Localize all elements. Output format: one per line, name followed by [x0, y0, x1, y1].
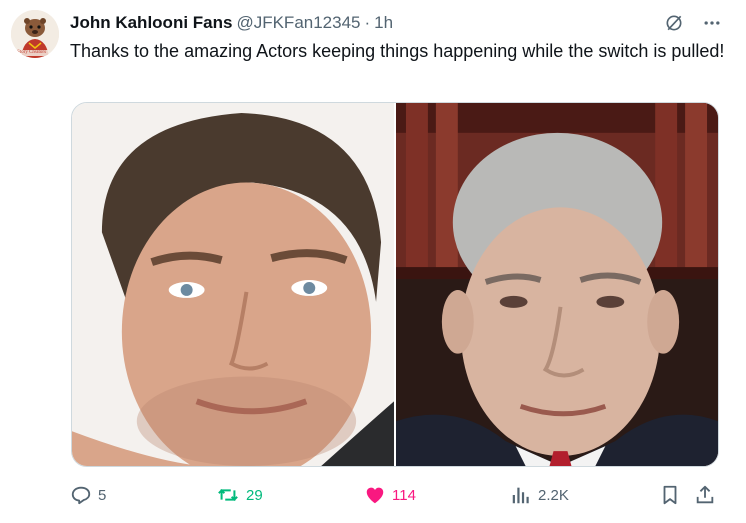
header-separator: · [364, 13, 371, 32]
share-button[interactable] [694, 481, 716, 509]
media-image-left[interactable] [72, 103, 394, 466]
author-handle[interactable]: @JFKFan12345 [236, 13, 360, 33]
retweet-icon [218, 488, 238, 502]
tweet-text: Thanks to the amazing Actors keeping thi… [70, 41, 725, 61]
action-bar: 5 29 114 2.2K [70, 481, 720, 509]
retweet-button[interactable]: 29 [216, 481, 263, 509]
more-button[interactable] [700, 11, 724, 35]
views-icon [512, 487, 529, 504]
top-actions [662, 11, 724, 35]
like-count: 114 [392, 486, 416, 504]
more-icon [704, 21, 720, 25]
tweet-card[interactable]: Story Creators John Kahlooni Fans @JFKFa… [0, 0, 746, 523]
author-name[interactable]: John Kahlooni Fans [70, 13, 232, 33]
bookmark-icon [663, 485, 677, 505]
tweet-timestamp[interactable]: 1h [374, 13, 393, 33]
heart-icon [366, 487, 384, 504]
reply-count: 5 [98, 486, 107, 504]
bookmark-button[interactable] [659, 481, 681, 509]
view-count: 2.2K [538, 486, 569, 504]
media-image-right[interactable] [396, 103, 718, 466]
grok-button[interactable] [662, 11, 686, 35]
like-button[interactable]: 114 [364, 481, 416, 509]
avatar[interactable]: Story Creators [11, 10, 59, 58]
views-button[interactable]: 2.2K [510, 481, 569, 509]
reply-button[interactable]: 5 [70, 481, 106, 509]
grok-icon [666, 15, 682, 31]
share-icon [696, 485, 714, 504]
portrait-left-image [72, 103, 394, 466]
tweet-header: John Kahlooni Fans @JFKFan12345 · 1h [70, 12, 393, 34]
reply-icon [71, 486, 91, 505]
retweet-count: 29 [246, 486, 263, 504]
avatar-caption: Story Creators [17, 50, 47, 55]
portrait-right-image [396, 103, 718, 466]
media-grid [71, 102, 719, 467]
